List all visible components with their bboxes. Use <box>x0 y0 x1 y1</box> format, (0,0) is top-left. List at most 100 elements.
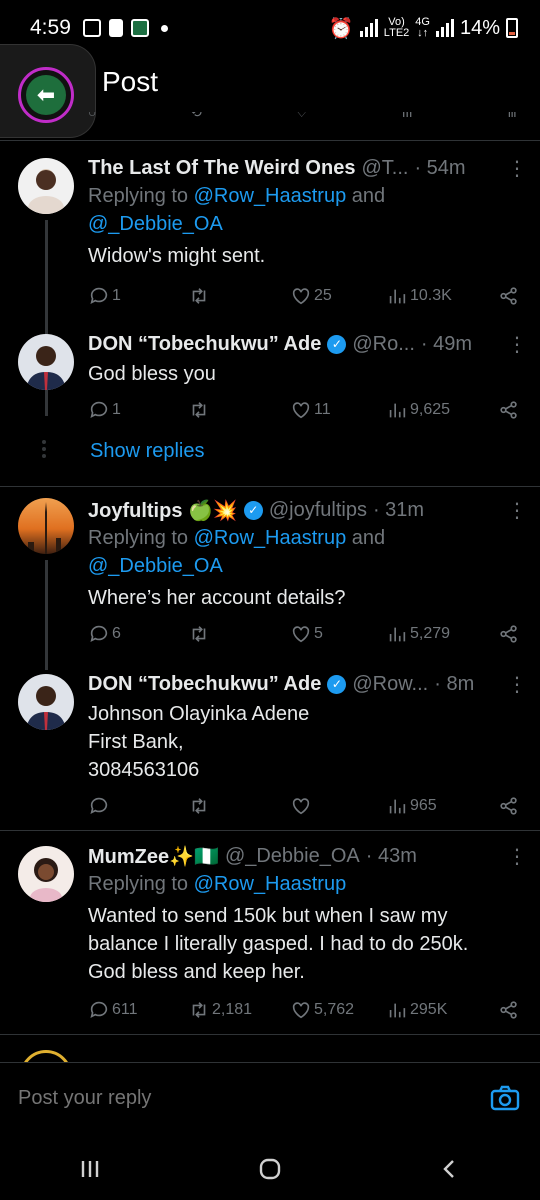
retweet-button[interactable]: 2,181 <box>188 999 290 1021</box>
more-notifications-dot-icon <box>160 24 168 32</box>
recent-apps-button[interactable] <box>60 1149 120 1189</box>
author-handle[interactable]: @T... <box>361 157 408 180</box>
avatar[interactable] <box>18 158 74 214</box>
divider <box>0 140 540 141</box>
retweet-icon <box>192 798 206 814</box>
share-button[interactable] <box>498 999 520 1021</box>
tweet-text: God bless you <box>88 363 216 385</box>
retweet-icon <box>192 1002 206 1018</box>
reply-icon <box>90 1001 108 1018</box>
share-icon <box>500 1001 517 1019</box>
tweet-time[interactable]: · 43m <box>366 845 417 868</box>
camera-icon[interactable] <box>490 1085 520 1111</box>
app-switch-bubble[interactable]: ⬅ <box>18 67 74 123</box>
tweet-time[interactable]: · 31m <box>373 499 424 522</box>
more-options-icon[interactable]: ⋮ <box>507 498 527 523</box>
tweet-text: Widow's might sent. <box>88 245 266 267</box>
mention-link[interactable]: @Row_Haastrup <box>194 527 347 549</box>
like-button[interactable]: 5 <box>290 623 386 645</box>
verified-badge-icon: ✓ <box>327 674 347 694</box>
author-handle[interactable]: @Ro... <box>352 333 415 356</box>
divider <box>0 1034 540 1035</box>
mention-link[interactable]: @Row_Haastrup <box>194 185 347 207</box>
show-replies-link[interactable]: Show replies <box>90 440 205 463</box>
author-handle[interactable]: @Row... <box>352 673 428 696</box>
replying-to: Replying to @Row_Haastrup and @_Debbie_OA <box>88 527 386 577</box>
tweet-time[interactable]: · 54m <box>414 157 465 180</box>
reply-button[interactable]: 611 <box>88 999 188 1021</box>
share-button[interactable] <box>498 285 520 307</box>
retweet-icon <box>192 288 206 304</box>
author-name[interactable]: DON “Tobechukwu” Ade <box>88 333 321 356</box>
battery-icon <box>506 18 518 38</box>
views-icon <box>389 289 406 304</box>
thread-dots <box>42 440 46 461</box>
back-button[interactable]: ⬅ <box>0 44 96 138</box>
avatar[interactable] <box>18 334 74 390</box>
retweet-button[interactable] <box>188 623 290 645</box>
reply-button[interactable]: 6 <box>88 623 188 645</box>
author-name[interactable]: Joyfultips 🍏💥 <box>88 498 238 523</box>
reply-icon <box>90 287 108 304</box>
more-options-icon[interactable]: ⋮ <box>507 156 527 181</box>
more-options-icon[interactable]: ⋮ <box>507 672 527 697</box>
recent-apps-icon <box>81 1161 99 1177</box>
avatar[interactable] <box>18 498 74 554</box>
views-button[interactable]: 965 <box>386 795 486 817</box>
excel-notification-icon <box>130 19 149 37</box>
mention-link[interactable]: @Row_Haastrup <box>194 873 347 895</box>
verified-badge-icon: ✓ <box>243 500 263 520</box>
page-title: Post <box>102 66 159 97</box>
share-button[interactable] <box>498 399 520 421</box>
retweet-button[interactable] <box>188 285 290 307</box>
tweet-time[interactable]: · 8m <box>434 673 474 696</box>
author-name[interactable]: The Last Of The Weird Ones <box>88 157 355 180</box>
reply-icon <box>90 401 108 418</box>
avatar[interactable] <box>18 846 74 902</box>
reply-button[interactable]: 1 <box>88 285 188 307</box>
mention-link[interactable]: @_Debbie_OA <box>88 213 223 235</box>
share-button[interactable] <box>498 795 520 817</box>
reply-button[interactable] <box>88 795 188 817</box>
heart-icon <box>292 626 310 643</box>
avatar[interactable] <box>18 674 74 730</box>
author-handle[interactable]: @_Debbie_OA <box>225 845 360 868</box>
author-name[interactable]: DON “Tobechukwu” Ade <box>88 673 321 696</box>
views-button[interactable]: 295K <box>386 999 486 1021</box>
tweet-time[interactable]: · 49m <box>421 333 472 356</box>
retweet-icon <box>192 402 206 418</box>
back-chevron-icon <box>443 1160 454 1178</box>
tweet-text: Johnson Olayinka Adene First Bank, 30845… <box>88 703 310 781</box>
home-button[interactable] <box>240 1149 300 1189</box>
alarm-icon: ⏰ <box>328 17 354 40</box>
like-button[interactable] <box>290 795 386 817</box>
reply-input[interactable] <box>18 1087 458 1110</box>
retweet-button[interactable] <box>188 795 290 817</box>
reply-button[interactable]: 1 <box>88 399 188 421</box>
tweet-text: Where’s her account details? <box>88 587 346 609</box>
tweet-actions: 611 2,181 5,762 295K <box>88 998 520 1022</box>
like-button[interactable]: 25 <box>290 285 386 307</box>
divider <box>0 830 540 831</box>
views-button[interactable]: 9,625 <box>386 399 486 421</box>
retweet-button[interactable] <box>188 399 290 421</box>
tweet-actions: 6 5 5,279 <box>88 622 520 646</box>
previous-tweet-actions-cutoff: ○ ⟲ ♡ ılı ⋔ <box>88 112 518 120</box>
tweet-text: Wanted to send 150k but when I saw my ba… <box>88 905 469 983</box>
heart-icon <box>292 288 310 305</box>
share-icon <box>500 797 517 815</box>
tweet-actions: 1 25 10.3K <box>88 284 520 308</box>
views-button[interactable]: 5,279 <box>386 623 486 645</box>
author-handle[interactable]: @joyfultips <box>269 499 367 522</box>
share-button[interactable] <box>498 623 520 645</box>
share-icon <box>500 625 517 643</box>
author-name[interactable]: MumZee✨🇳🇬 <box>88 844 219 869</box>
views-button[interactable]: 10.3K <box>386 285 486 307</box>
back-nav-button[interactable] <box>420 1149 480 1189</box>
like-button[interactable]: 11 <box>290 399 386 421</box>
share-icon <box>500 287 517 305</box>
more-options-icon[interactable]: ⋮ <box>507 332 527 357</box>
mention-link[interactable]: @_Debbie_OA <box>88 555 223 577</box>
like-button[interactable]: 5,762 <box>290 999 386 1021</box>
more-options-icon[interactable]: ⋮ <box>507 844 527 869</box>
